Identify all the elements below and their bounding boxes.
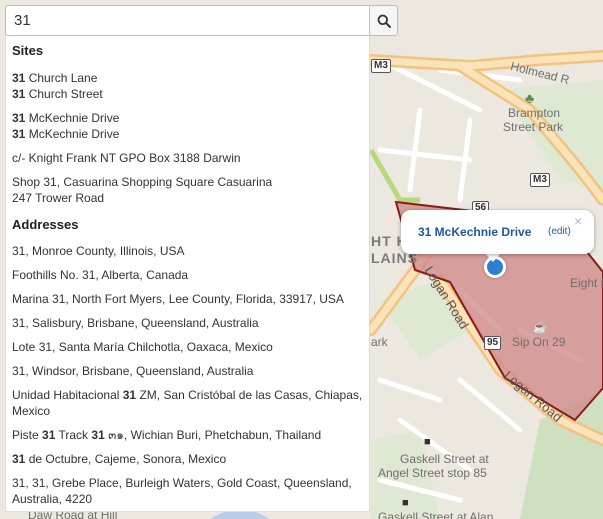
match-highlight: 31 bbox=[91, 428, 105, 442]
map-label-angel-street: Angel Street stop 85 bbox=[378, 466, 487, 480]
map-label-eight-mile: Eight M bbox=[570, 276, 603, 290]
result-text: 31, Salisbury, Brisbane, Queensland, Aus… bbox=[12, 316, 259, 330]
result-text: Shop 31, Casuarina Shopping Square Casua… bbox=[12, 175, 273, 189]
address-result-item[interactable]: 31 de Octubre, Cajeme, Sonora, Mexico bbox=[6, 451, 369, 467]
address-result-item[interactable]: 31, 31, Grebe Place, Burleigh Waters, Go… bbox=[6, 475, 369, 507]
address-result-item[interactable]: Lote 31, Santa María Chilchotla, Oaxaca,… bbox=[6, 339, 369, 355]
match-highlight: 31 bbox=[12, 71, 26, 85]
result-text: Australia, 4220 bbox=[12, 492, 93, 506]
address-result-item[interactable]: Piste 31 Track 31 ๓๑, Wichian Buri, Phet… bbox=[6, 427, 369, 443]
cafe-icon: ☕ bbox=[533, 322, 547, 334]
result-text: ZM, San Cristóbal de las Casas, Chiapas, bbox=[136, 388, 363, 402]
match-highlight: 31 bbox=[42, 428, 56, 442]
result-line: Lote 31, Santa María Chilchotla, Oaxaca,… bbox=[12, 339, 363, 355]
map-label-gaskell: Gaskell Street at bbox=[400, 452, 489, 466]
road-shield-m3-2: M3 bbox=[530, 173, 550, 187]
address-result-item[interactable]: Marina 31, North Fort Myers, Lee County,… bbox=[6, 291, 369, 307]
result-line: 247 Trower Road bbox=[12, 190, 363, 206]
result-text: Church Lane bbox=[25, 71, 98, 85]
address-result-item[interactable]: 31, Salisbury, Brisbane, Queensland, Aus… bbox=[6, 315, 369, 331]
result-text: Church Street bbox=[25, 87, 103, 101]
result-line: 31 Church Lane bbox=[12, 70, 363, 86]
result-text: Marina 31, North Fort Myers, Lee County,… bbox=[12, 292, 344, 306]
result-line: Piste 31 Track 31 ๓๑, Wichian Buri, Phet… bbox=[12, 427, 363, 443]
result-text: Foothills No. 31, Alberta, Canada bbox=[12, 268, 189, 282]
result-text: de Octubre, Cajeme, Sonora, Mexico bbox=[25, 452, 227, 466]
popup-edit-link[interactable]: (edit) bbox=[548, 226, 571, 237]
map-label-brampton-park: Street Park bbox=[503, 120, 564, 134]
site-result-item[interactable]: Shop 31, Casuarina Shopping Square Casua… bbox=[6, 174, 369, 206]
search-button[interactable] bbox=[369, 5, 398, 36]
match-highlight: 31 bbox=[12, 452, 26, 466]
result-text: Mexico bbox=[12, 404, 51, 418]
match-highlight: 31 bbox=[12, 127, 26, 141]
result-text: Lote 31, Santa María Chilchotla, Oaxaca,… bbox=[12, 340, 273, 354]
location-popup: 31 McKechnie Drive (edit) × bbox=[401, 210, 594, 254]
popup-tail bbox=[485, 253, 501, 262]
addresses-heading: Addresses bbox=[12, 217, 79, 232]
result-text: 31, 31, Grebe Place, Burleigh Waters, Go… bbox=[12, 476, 352, 490]
bus-stop-icon-2: ■ bbox=[402, 497, 409, 509]
result-line: 31 McKechnie Drive bbox=[12, 110, 363, 126]
result-line: Australia, 4220 bbox=[12, 491, 363, 507]
address-result-item[interactable]: 31, Monroe County, Illinois, USA bbox=[6, 243, 369, 259]
result-line: Unidad Habitacional 31 ZM, San Cristóbal… bbox=[12, 387, 363, 403]
result-text: c/- Knight Frank NT GPO Box 3188 Darwin bbox=[12, 151, 241, 165]
match-highlight: 31 bbox=[122, 388, 137, 402]
popup-close-icon[interactable]: × bbox=[574, 213, 582, 229]
sites-heading: Sites bbox=[12, 43, 44, 58]
result-line: Mexico bbox=[12, 403, 363, 419]
result-line: 31 McKechnie Drive bbox=[12, 126, 363, 142]
map-label-brampton: Brampton bbox=[508, 106, 561, 120]
result-line: c/- Knight Frank NT GPO Box 3188 Darwin bbox=[12, 150, 363, 166]
site-result-item[interactable]: 31 McKechnie Drive 31 McKechnie Drive bbox=[6, 110, 369, 142]
result-text: Piste bbox=[12, 428, 43, 442]
result-line: Shop 31, Casuarina Shopping Square Casua… bbox=[12, 174, 363, 190]
map-label-sip-on: Sip On 29 bbox=[512, 335, 566, 349]
address-result-item[interactable]: Foothills No. 31, Alberta, Canada bbox=[6, 267, 369, 283]
result-line: Foothills No. 31, Alberta, Canada bbox=[12, 267, 363, 283]
result-line: 31 de Octubre, Cajeme, Sonora, Mexico bbox=[12, 451, 363, 467]
result-line: 31, Salisbury, Brisbane, Queensland, Aus… bbox=[12, 315, 363, 331]
search-results-dropdown: Sites 31 Church Lane 31 Church Street 31 M… bbox=[5, 36, 370, 512]
result-line: 31, Monroe County, Illinois, USA bbox=[12, 243, 363, 259]
result-line: 31, 31, Grebe Place, Burleigh Waters, Go… bbox=[12, 475, 363, 491]
result-text: Unidad Habitacional bbox=[12, 388, 123, 402]
result-text: McKechnie Drive bbox=[25, 111, 120, 125]
road-shield-m3: M3 bbox=[371, 59, 391, 73]
match-highlight: 31 bbox=[12, 111, 26, 125]
popup-title-link[interactable]: 31 McKechnie Drive bbox=[418, 225, 531, 239]
result-text: 31, Windsor, Brisbane, Queensland, Austr… bbox=[12, 364, 254, 378]
result-text: 31, Monroe County, Illinois, USA bbox=[12, 244, 185, 258]
site-result-item[interactable]: 31 Church Lane 31 Church Street bbox=[6, 70, 369, 102]
result-text: Track bbox=[55, 428, 92, 442]
park-tree-icon: ♣ bbox=[525, 90, 535, 106]
result-text: ๓๑, Wichian Buri, Phetchabun, Thailand bbox=[104, 428, 322, 442]
address-result-item[interactable]: 31, Windsor, Brisbane, Queensland, Austr… bbox=[6, 363, 369, 379]
result-line: 31 Church Street bbox=[12, 86, 363, 102]
result-text: McKechnie Drive bbox=[25, 127, 120, 141]
map-label-park: ark bbox=[371, 335, 388, 349]
result-line: Marina 31, North Fort Myers, Lee County,… bbox=[12, 291, 363, 307]
address-result-item[interactable]: Unidad Habitacional 31 ZM, San Cristóbal… bbox=[6, 387, 369, 419]
search-bar bbox=[5, 5, 398, 36]
match-highlight: 31 bbox=[12, 87, 26, 101]
road-shield-95: 95 bbox=[484, 336, 502, 350]
site-result-item[interactable]: c/- Knight Frank NT GPO Box 3188 Darwin bbox=[6, 150, 369, 166]
bus-stop-icon: ■ bbox=[424, 436, 431, 448]
search-icon bbox=[377, 14, 391, 28]
map-label-gaskell-alan: Gaskell Street at Alan bbox=[378, 510, 494, 519]
search-input[interactable] bbox=[5, 5, 369, 36]
result-text: 247 Trower Road bbox=[12, 191, 105, 205]
result-line: 31, Windsor, Brisbane, Queensland, Austr… bbox=[12, 363, 363, 379]
